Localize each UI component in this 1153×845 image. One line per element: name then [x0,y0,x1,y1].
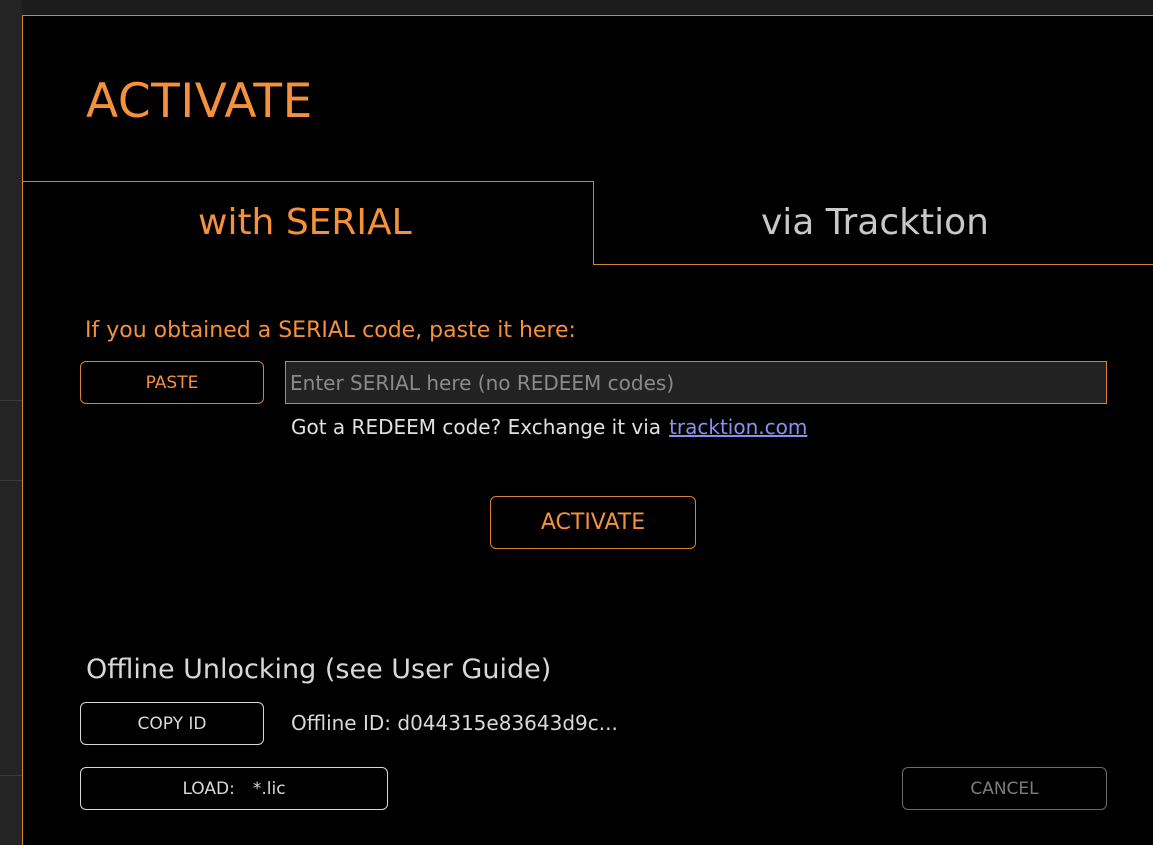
activate-button-label: ACTIVATE [540,510,646,535]
activate-button[interactable]: ACTIVATE [490,496,696,549]
background-window-edge [0,0,22,845]
redeem-hint: Got a REDEEM code? Exchange it via trackt… [291,415,807,439]
offline-unlocking-heading: Offline Unlocking (see User Guide) [86,654,552,685]
paste-button-label: PASTE [145,372,199,393]
copy-id-button-label: COPY ID [137,713,207,734]
load-license-button[interactable]: LOAD: *.lic [80,767,388,810]
serial-prompt: If you obtained a SERIAL code, paste it … [85,318,576,343]
tab-with-serial[interactable]: with SERIAL [198,202,412,243]
load-file-extension: *.lic [252,778,286,799]
tab-border [23,181,594,182]
dialog-title: ACTIVATE [86,74,313,129]
serial-input[interactable] [285,361,1107,404]
cancel-button-label: CANCEL [970,778,1039,799]
cancel-button[interactable]: CANCEL [902,767,1107,810]
copy-id-button[interactable]: COPY ID [80,702,264,745]
background-divider [0,400,22,401]
tab-via-tracktion[interactable]: via Tracktion [761,202,989,243]
background-divider [0,480,22,481]
tracktion-link[interactable]: tracktion.com [669,415,807,439]
redeem-hint-text: Got a REDEEM code? Exchange it via [291,415,662,439]
paste-button[interactable]: PASTE [80,361,264,404]
tab-border [593,181,594,265]
tab-border [593,264,1153,265]
background-divider [0,775,22,776]
activation-dialog: ACTIVATE with SERIAL via Tracktion If yo… [22,15,1153,845]
offline-id-text: Offline ID: d044315e83643d9c... [291,711,618,735]
load-button-label: LOAD: [182,778,235,799]
